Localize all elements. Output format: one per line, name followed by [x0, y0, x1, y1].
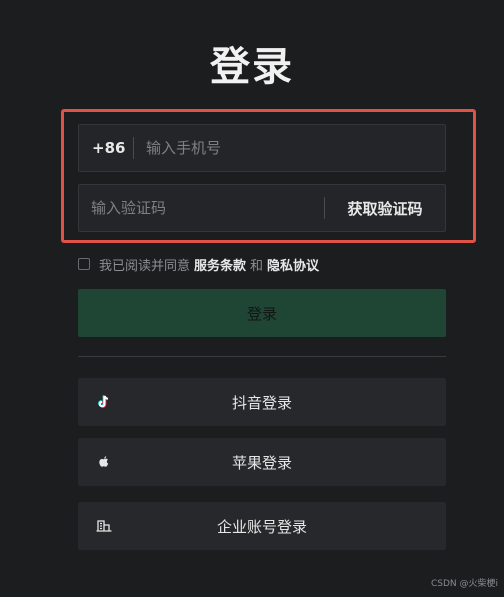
- phone-input[interactable]: [146, 125, 445, 171]
- agreement-row: 我已阅读并同意 服务条款 和 隐私协议: [78, 255, 319, 274]
- page-title: 登录: [210, 44, 294, 90]
- code-field: 获取验证码: [78, 184, 446, 232]
- phone-field: +86: [78, 124, 446, 172]
- country-code-selector[interactable]: +86: [79, 139, 133, 157]
- code-input[interactable]: [91, 185, 324, 231]
- apple-login-label: 苹果登录: [231, 453, 292, 472]
- agreement-checkbox[interactable]: [78, 258, 90, 270]
- tiktok-icon: [95, 393, 113, 411]
- login-button-label: 登录: [246, 304, 277, 323]
- field-divider: [133, 137, 134, 159]
- privacy-link[interactable]: 隐私协议: [267, 255, 319, 274]
- get-code-button[interactable]: 获取验证码: [325, 198, 445, 219]
- login-button[interactable]: 登录: [78, 289, 446, 337]
- agreement-text: 我已阅读并同意: [99, 258, 191, 274]
- apple-icon: [95, 453, 113, 471]
- enterprise-login-label: 企业账号登录: [216, 517, 307, 536]
- apple-login-button[interactable]: 苹果登录: [78, 438, 446, 486]
- enterprise-icon: [95, 517, 113, 535]
- agreement-and: 和: [250, 258, 264, 274]
- section-divider: [78, 356, 446, 357]
- terms-link[interactable]: 服务条款: [194, 255, 246, 274]
- watermark: CSDN @火柴梗i: [430, 579, 498, 589]
- tiktok-login-label: 抖音登录: [231, 393, 292, 412]
- tiktok-login-button[interactable]: 抖音登录: [78, 378, 446, 426]
- enterprise-login-button[interactable]: 企业账号登录: [78, 502, 446, 550]
